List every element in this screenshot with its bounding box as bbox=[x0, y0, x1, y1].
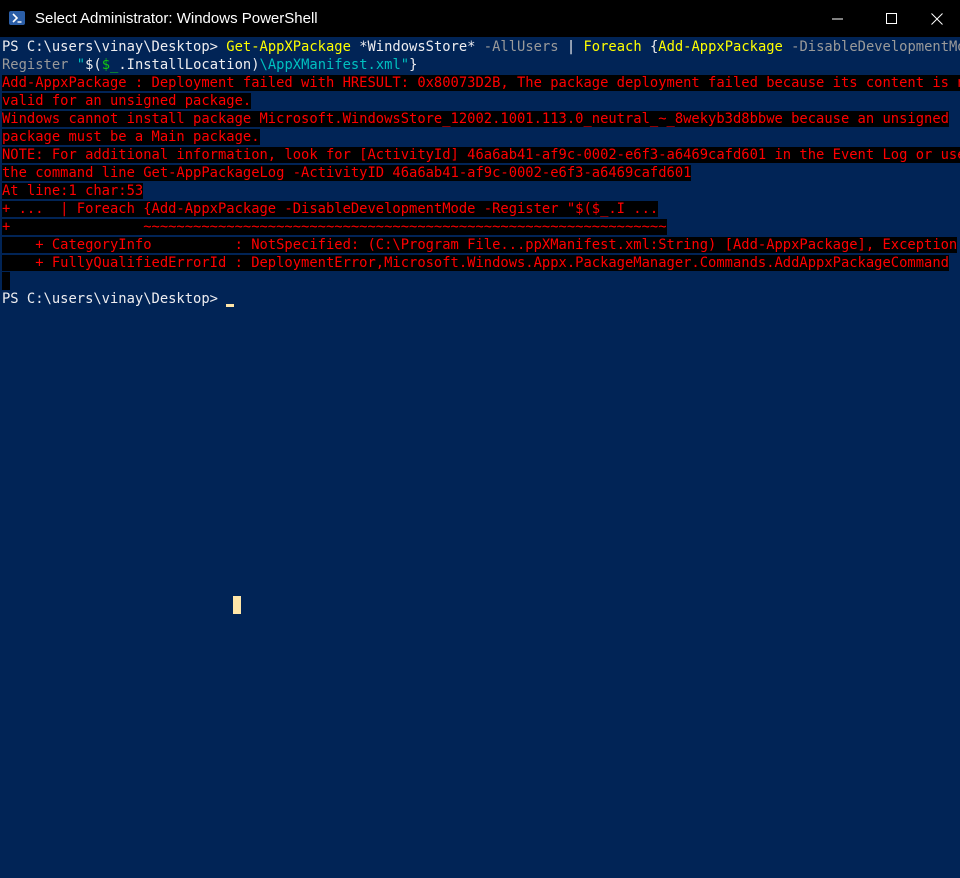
error-line: + FullyQualifiedErrorId : DeploymentErro… bbox=[2, 255, 949, 271]
error-line: + CategoryInfo : NotSpecified: (C:\Progr… bbox=[2, 237, 958, 253]
string: \AppXManifest.xml" bbox=[259, 57, 410, 73]
error-line: + ... | Foreach {Add-AppxPackage -Disabl… bbox=[2, 201, 659, 217]
cmdlet: Add-AppxPackage bbox=[658, 39, 783, 55]
maximize-button[interactable] bbox=[869, 0, 915, 37]
parameter: -AllUsers bbox=[483, 39, 559, 55]
close-icon bbox=[931, 12, 943, 25]
error-line: the command line Get-AppPackageLog -Acti… bbox=[2, 165, 692, 181]
argument: *WindowsStore* bbox=[350, 39, 484, 55]
close-button[interactable] bbox=[914, 0, 960, 37]
error-line: At line:1 char:53 bbox=[2, 183, 144, 199]
title-bar[interactable]: Select Administrator: Windows PowerShell bbox=[0, 0, 960, 37]
prompt: PS C:\users\vinay\Desktop> bbox=[2, 39, 227, 55]
mouse-text-caret bbox=[233, 596, 241, 614]
error-line: valid for an unsigned package. bbox=[2, 93, 252, 109]
powershell-icon bbox=[9, 11, 25, 25]
terminal-output[interactable]: PS C:\users\vinay\Desktop> Get-AppXPacka… bbox=[2, 38, 960, 308]
parameter: -DisableDevelopmentMode - bbox=[791, 39, 960, 55]
text-cursor bbox=[226, 304, 235, 307]
brace-close: } bbox=[409, 57, 418, 73]
command-line-1: PS C:\users\vinay\Desktop> Get-AppXPacka… bbox=[2, 38, 960, 56]
minimize-button[interactable] bbox=[815, 0, 861, 37]
pipe-operator: | bbox=[558, 39, 584, 55]
powershell-window: Select Administrator: Windows PowerShell… bbox=[0, 0, 960, 878]
window-title: Select Administrator: Windows PowerShell bbox=[35, 10, 318, 27]
cmdlet: Get-AppXPackage bbox=[226, 39, 351, 55]
foreach-keyword: Foreach bbox=[583, 39, 642, 55]
error-line: package must be a Main package. bbox=[2, 129, 260, 145]
parameter: Register bbox=[2, 57, 69, 73]
variable: $_ bbox=[101, 57, 119, 73]
error-blank-line bbox=[2, 272, 960, 290]
string: " bbox=[68, 57, 86, 73]
prompt-line[interactable]: PS C:\users\vinay\Desktop> bbox=[2, 290, 960, 308]
minimize-icon bbox=[832, 18, 843, 19]
brace-open: { bbox=[641, 39, 659, 55]
error-line: Windows cannot install package Microsoft… bbox=[2, 111, 949, 127]
prompt: PS C:\users\vinay\Desktop> bbox=[2, 291, 227, 307]
error-line: + ~~~~~~~~~~~~~~~~~~~~~~~~~~~~~~~~~~~~~~… bbox=[2, 219, 667, 235]
maximize-icon bbox=[886, 12, 897, 24]
property: .InstallLocation) bbox=[118, 57, 260, 73]
error-line: NOTE: For additional information, look f… bbox=[2, 146, 960, 164]
error-line: Add-AppxPackage : Deployment failed with… bbox=[2, 74, 960, 92]
command-line-2: Register "$($_.InstallLocation)\AppXMani… bbox=[2, 56, 960, 74]
subexpression: $( bbox=[85, 57, 102, 73]
